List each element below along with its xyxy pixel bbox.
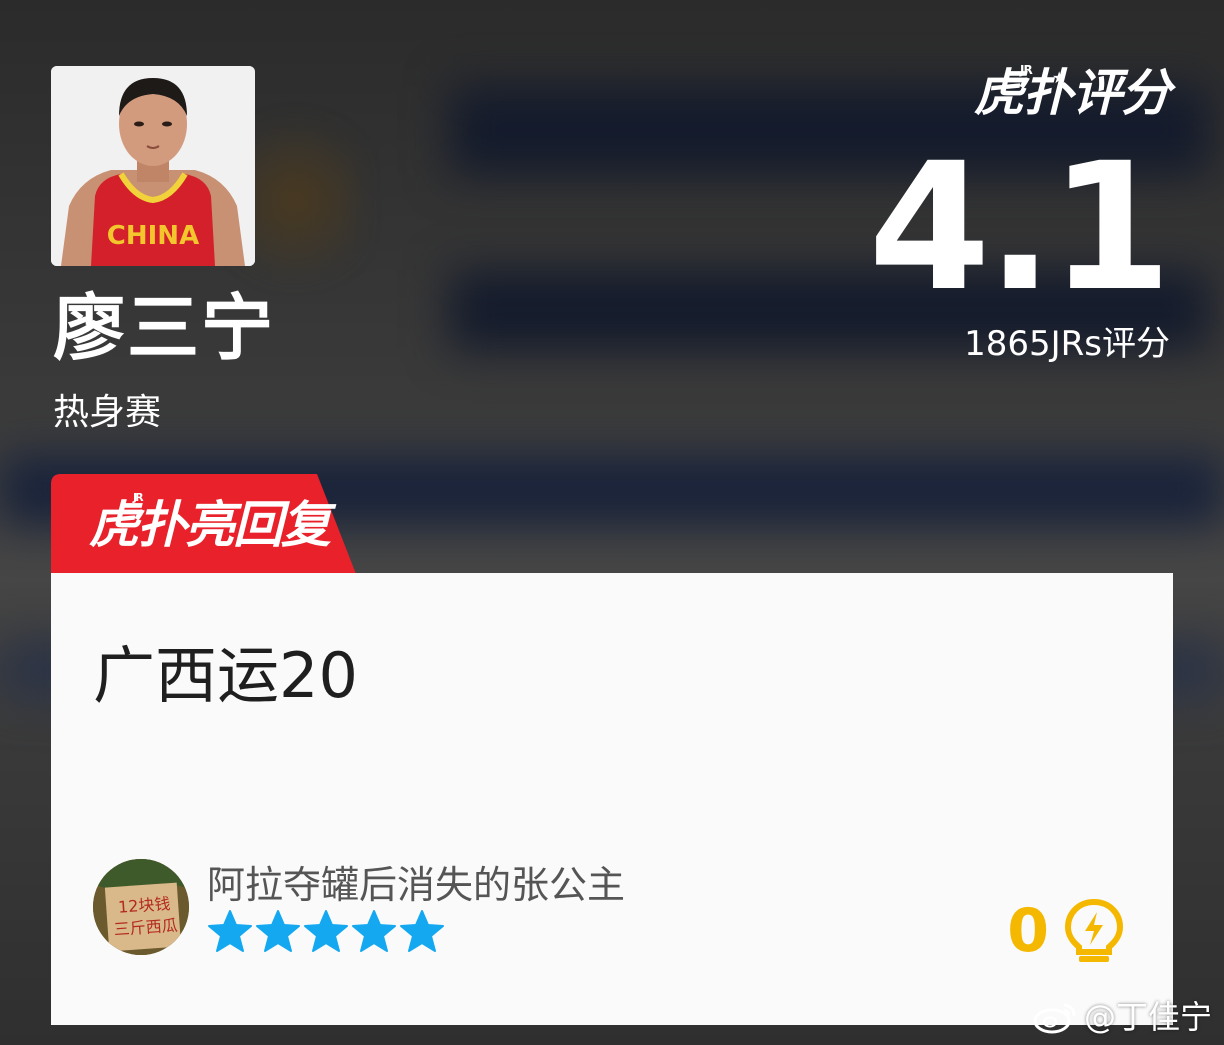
- user-name[interactable]: 阿拉夺罐后消失的张公主: [207, 866, 625, 904]
- hupu-rating-logo: 虎扑评分 JR ★: [974, 64, 1171, 118]
- watermark-text: @丁佳宁: [1083, 998, 1212, 1036]
- weibo-icon: [1033, 1003, 1076, 1034]
- star-icon: [352, 910, 396, 952]
- rating-count: 1865JRs评分: [964, 324, 1170, 364]
- game-type: 热身赛: [53, 392, 162, 433]
- highlight-reply-tag: 虎扑亮回复 JR: [51, 474, 356, 574]
- avatar-sign-line1: 12块钱: [117, 894, 171, 917]
- star-icon: [304, 910, 348, 952]
- jersey-text: CHINA: [107, 221, 199, 251]
- lightbulb-icon[interactable]: [1063, 898, 1125, 964]
- comment-text: 广西运20: [93, 639, 358, 712]
- like-count: 0: [1007, 896, 1049, 966]
- weibo-watermark: @丁佳宁: [1032, 1000, 1212, 1034]
- star-rating: [207, 909, 445, 953]
- brand-jr: JR: [1020, 63, 1033, 77]
- star-icon: [256, 910, 300, 952]
- star-icon: ★: [1052, 68, 1066, 87]
- star-icon: [208, 910, 252, 952]
- rating-score: 4.1: [868, 125, 1172, 330]
- comment-card: 广西运20 12块钱 三斤西瓜 阿拉夺罐后消失的张公主 0: [51, 573, 1173, 1025]
- tag-jr: JR: [133, 491, 143, 504]
- user-avatar[interactable]: 12块钱 三斤西瓜: [93, 859, 189, 955]
- tag-label: 虎扑亮回复: [89, 496, 331, 554]
- brand-label: 虎扑评分: [974, 64, 1171, 122]
- player-name: 廖三宁: [53, 286, 276, 370]
- star-icon: [400, 910, 444, 952]
- player-photo: CHINA: [51, 66, 255, 266]
- like-area[interactable]: 0: [1007, 898, 1125, 964]
